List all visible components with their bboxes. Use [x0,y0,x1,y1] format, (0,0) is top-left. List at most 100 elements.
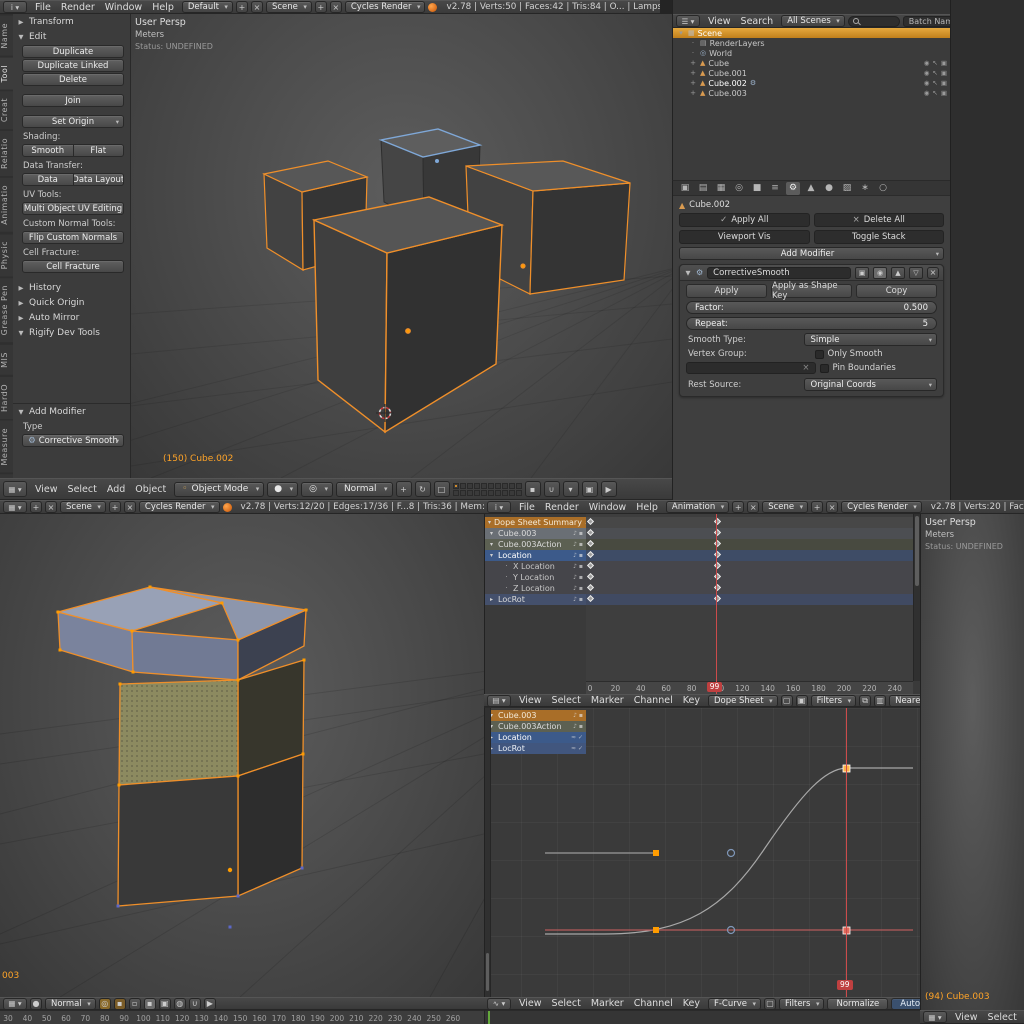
shelf-button-join[interactable]: Join [22,94,124,107]
channel-locrot[interactable]: ▸LocRot♪▪ [485,594,586,605]
menu-window[interactable]: Window [584,502,631,513]
shelf-tab-hardo[interactable]: HardO [0,377,13,419]
delete-layout-button[interactable]: × [251,1,263,13]
menu-render[interactable]: Render [56,2,100,13]
outliner-row-scene[interactable]: ▾▦Scene [673,28,950,38]
modifier-edit-toggle[interactable]: ▲ [891,267,905,279]
normalize-button[interactable]: Normalize [827,998,888,1010]
lock-icon[interactable]: ▪ [579,530,583,537]
curve-visibility-icon[interactable]: ≈ [571,734,576,741]
renderability-icon[interactable]: ▣ [941,69,947,77]
properties-tab-physics[interactable]: ○ [876,182,890,195]
shelf-panel-add-modifier[interactable]: ▼ Add Modifier [13,405,130,419]
shelf-tab-grease-pen[interactable]: Grease Pen [0,278,13,342]
filters-dropdown[interactable]: Filters [779,998,824,1010]
channel-expand-icon[interactable]: ▾ [488,541,495,548]
expand-icon[interactable]: + [689,89,697,97]
render-opengl-button[interactable]: ▶ [204,998,216,1010]
mute-icon[interactable]: ♪ [573,530,577,537]
visibility-icon[interactable]: ◉ [924,79,930,87]
delete-layout-button[interactable]: × [45,501,57,513]
shelf-button-flip-custom-normals[interactable]: Flip Custom Normals [22,231,124,244]
shelf-button-smooth[interactable]: Smooth [22,144,74,157]
menu-file[interactable]: File [30,2,56,13]
repeat-field[interactable]: Repeat:5 [686,317,937,330]
filters-dropdown[interactable]: Filters [811,695,856,707]
cube-object-front[interactable] [314,197,502,432]
channel-z-location[interactable]: ·Z Location♪▪ [485,583,586,594]
mute-icon[interactable]: ♪ [573,712,577,719]
dope-mode-dropdown[interactable]: Dope Sheet [708,695,778,707]
shelf-button-flat[interactable]: Flat [74,144,125,157]
lock-button[interactable]: ▪ [525,481,541,497]
delete-all-button[interactable]: ×Delete All [814,213,945,227]
expand-icon[interactable]: ▾ [677,29,685,37]
apply-as-shape-key-button[interactable]: Apply as Shape Key [771,284,852,298]
apply-all-button[interactable]: ✓Apply All [679,213,810,227]
outliner-search-input[interactable] [848,16,900,27]
channel-dope-sheet-summary[interactable]: ▾Dope Sheet Summary♪▪ [485,517,586,528]
channel-cube-003action[interactable]: ▾Cube.003Action♪▪ [485,721,586,732]
expand-icon[interactable]: + [689,79,697,87]
dope-sheet-frame-ruler[interactable]: 020406080100120140160180200220240 [586,681,913,694]
copy-button[interactable]: Copy [856,284,937,298]
screen-layout-dropdown[interactable]: Default [182,1,233,13]
editor-type-info-icon[interactable]: i ▾ [3,1,27,13]
edge-select-button[interactable]: ▪ [144,998,156,1010]
menu-channel[interactable]: Channel [629,695,678,706]
editor-type-3dview-icon[interactable]: ▦ ▾ [923,1011,947,1023]
menu-add[interactable]: Add [102,484,130,495]
channel-expand-icon[interactable]: ▸ [488,596,495,603]
viewport-vis-button[interactable]: Viewport Vis [679,230,810,244]
proportional-edit-button[interactable]: ◎ [99,998,111,1010]
shelf-panel-edit[interactable]: ▼Edit [13,30,130,44]
manipulator-scale-button[interactable]: □ [434,481,450,497]
renderability-icon[interactable]: ▣ [941,79,947,87]
selectability-icon[interactable]: ↖ [932,79,937,87]
ghost-button[interactable]: ▣ [796,695,808,707]
timeline-current-frame-line[interactable] [488,1011,490,1024]
curve-visibility-icon[interactable]: ≈ [571,745,576,752]
menu-view[interactable]: View [514,998,547,1009]
snap-magnet-button[interactable]: ∪ [189,998,201,1010]
pin-boundaries-checkbox[interactable] [820,364,829,373]
channel-expand-icon[interactable]: ▾ [488,552,495,559]
shelf-button-duplicate-linked[interactable]: Duplicate Linked [22,59,124,72]
lock-icon[interactable]: ▪ [579,712,583,719]
delete-scene-button[interactable]: × [124,501,136,513]
menu-select[interactable]: Select [983,1012,1022,1023]
add-scene-button[interactable]: + [109,501,121,513]
layers-widget[interactable] [453,483,522,496]
pivot-dropdown[interactable]: ◎ [301,482,333,497]
manipulator-rotate-button[interactable]: ↻ [415,481,431,497]
lock-icon[interactable]: ▪ [579,541,583,548]
channel-expand-icon[interactable]: · [503,585,510,592]
menu-file[interactable]: File [514,502,540,513]
outliner-row-cube-001[interactable]: +▲Cube.001◉↖▣ [673,68,950,78]
expand-icon[interactable]: + [689,69,697,77]
properties-tab-particles[interactable]: ∗ [858,182,872,195]
menu-select[interactable]: Select [63,484,102,495]
shelf-button-duplicate[interactable]: Duplicate [22,45,124,58]
shelf-tab-creat[interactable]: Creat [0,91,13,129]
shelf-panel-history[interactable]: ▶History [13,281,130,295]
render-engine-dropdown[interactable]: Cycles Render [345,1,426,13]
delete-scene-button[interactable]: × [826,501,838,513]
shelf-tab-measure[interactable]: Measure [0,421,13,473]
snap-element-button[interactable]: ▪ [114,998,126,1010]
menu-view[interactable]: View [950,1012,983,1023]
mute-icon[interactable]: ♪ [573,541,577,548]
expand-icon[interactable]: · [689,49,697,57]
channel-expand-icon[interactable]: · [503,563,510,570]
visibility-icon[interactable]: ◉ [924,69,930,77]
menu-marker[interactable]: Marker [586,695,629,706]
shelf-tab-name[interactable]: Name [0,16,13,56]
add-scene-button[interactable]: + [811,501,823,513]
graph-mode-dropdown[interactable]: F-Curve [708,998,761,1010]
apply-button[interactable]: Apply [686,284,767,298]
menu-search[interactable]: Search [736,16,779,27]
shelf-panel-rigify-dev-tools[interactable]: ▼Rigify Dev Tools [13,326,130,340]
delete-layout-button[interactable]: × [747,501,759,513]
mute-icon[interactable]: ♪ [573,596,577,603]
shading-dropdown[interactable]: ● [267,482,298,497]
